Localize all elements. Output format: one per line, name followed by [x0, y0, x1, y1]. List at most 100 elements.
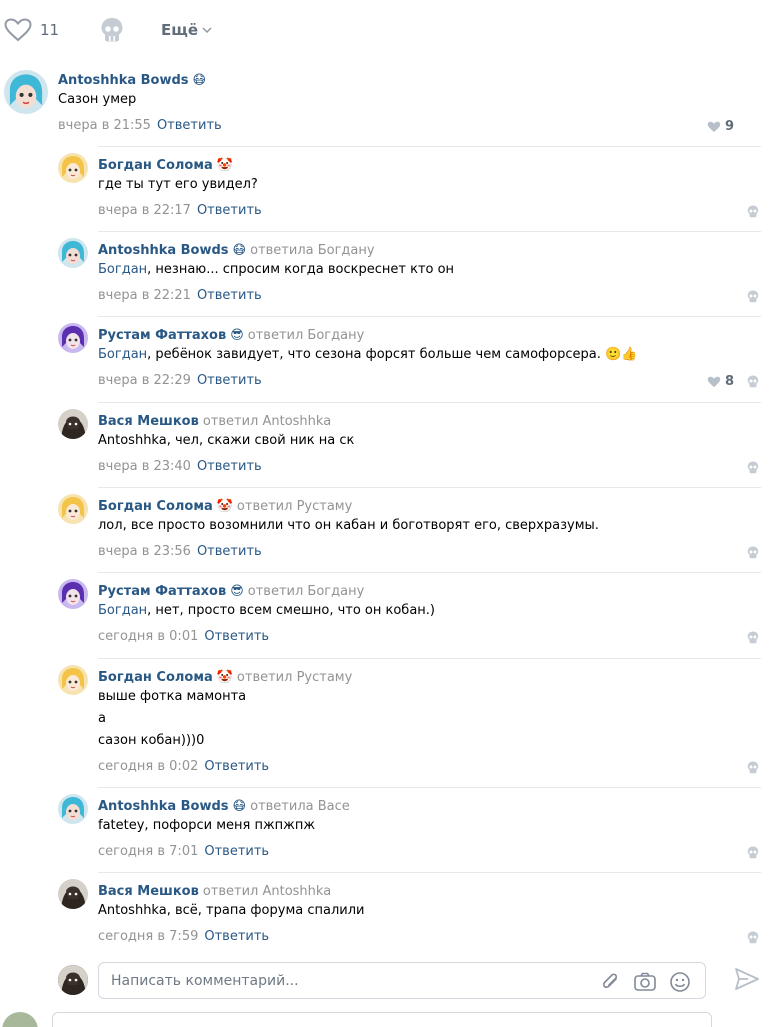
send-button[interactable]: [734, 967, 760, 995]
attach-icon[interactable]: [601, 971, 621, 993]
comment-text: Богдан, ребёнок завидует, что сезона фор…: [98, 344, 637, 366]
comment-author-name[interactable]: Рустам Фаттахов: [98, 328, 226, 343]
post-actions-bar: 11 Ещё: [0, 0, 775, 62]
comment-author-avatar[interactable]: [58, 794, 88, 824]
comment-author-avatar[interactable]: [58, 153, 88, 183]
comment-time[interactable]: вчера в 22:29: [98, 373, 191, 388]
comment-like-button[interactable]: 8: [707, 374, 734, 389]
comment-meta: вчера в 23:56 Ответить: [98, 544, 262, 559]
skull-icon: [747, 461, 759, 474]
comment-skull-reaction[interactable]: [747, 461, 759, 478]
skull-icon: [747, 761, 759, 774]
reply-to-label[interactable]: ответила Васе: [250, 799, 350, 814]
comment-skull-reaction[interactable]: [747, 205, 759, 222]
reply-button[interactable]: Ответить: [204, 929, 269, 944]
comment-author-name[interactable]: Antoshhka Bowds: [58, 73, 189, 88]
comment-author-name[interactable]: Богдан Солома: [98, 499, 213, 514]
reply-button[interactable]: Ответить: [204, 759, 269, 774]
more-button[interactable]: Ещё: [161, 21, 212, 39]
comment-time[interactable]: вчера в 23:40: [98, 459, 191, 474]
comment-author-avatar[interactable]: [58, 323, 88, 353]
post-author-avatar[interactable]: [2, 1012, 38, 1027]
comment-skull-reaction[interactable]: [747, 631, 759, 648]
comment-author-name[interactable]: Antoshhka Bowds: [98, 799, 229, 814]
addressee-link[interactable]: Богдан: [98, 347, 147, 362]
emoji-icon[interactable]: [669, 971, 691, 993]
heart-icon: [707, 376, 721, 387]
comment-skull-reaction[interactable]: [747, 290, 759, 307]
comment-skull-reaction[interactable]: [747, 375, 759, 392]
second-composer[interactable]: [52, 1012, 712, 1027]
avatar-image: [58, 965, 88, 995]
comment-time[interactable]: вчера в 22:17: [98, 203, 191, 218]
comment-author-avatar[interactable]: [58, 879, 88, 909]
comment-like-button[interactable]: 9: [707, 119, 734, 134]
comment-author-name[interactable]: Вася Мешков: [98, 884, 199, 899]
comment-author-name[interactable]: Antoshhka Bowds: [98, 243, 229, 258]
send-icon: [735, 968, 759, 990]
comment-author-line: Рустам Фаттахов 😎 ответил Богдану: [98, 328, 364, 343]
comment-time[interactable]: вчера в 23:56: [98, 544, 191, 559]
comment-author-name[interactable]: Богдан Солома: [98, 670, 213, 685]
comment-text: Богдан, нет, просто всем смешно, что он …: [98, 600, 435, 622]
comment-time[interactable]: сегодня в 0:01: [98, 629, 198, 644]
reply-to-label[interactable]: ответил Antoshhka: [203, 414, 331, 429]
comment-input[interactable]: Написать комментарий...: [111, 973, 299, 989]
author-status-emoji: 🤡: [216, 158, 233, 173]
comment-author-avatar[interactable]: [58, 238, 88, 268]
comment-author-line: Antoshhka Bowds 😷 ответила Васе: [98, 799, 350, 814]
skull-icon: [747, 546, 759, 559]
comment-author-avatar[interactable]: [58, 494, 88, 524]
reply-to-label[interactable]: ответил Богдану: [248, 328, 365, 343]
skull-icon: [747, 931, 759, 944]
skull-icon: [747, 631, 759, 644]
comment-author-name[interactable]: Вася Мешков: [98, 414, 199, 429]
camera-icon[interactable]: [633, 971, 657, 993]
reply-to-label[interactable]: ответила Богдану: [250, 243, 374, 258]
comment-skull-reaction[interactable]: [747, 931, 759, 948]
author-status-emoji: 😎: [230, 584, 244, 599]
comment-time[interactable]: сегодня в 7:59: [98, 929, 198, 944]
comment-author-avatar[interactable]: [58, 665, 88, 695]
avatar-image: [58, 153, 88, 183]
comment-skull-reaction[interactable]: [747, 846, 759, 863]
comment-divider: [98, 146, 761, 147]
reply-button[interactable]: Ответить: [197, 373, 262, 388]
reply-to-label[interactable]: ответил Богдану: [248, 584, 365, 599]
comment-time[interactable]: вчера в 21:55: [58, 118, 151, 133]
reply-to-label[interactable]: ответил Рустаму: [237, 670, 352, 685]
comment-author-name[interactable]: Богдан Солома: [98, 158, 213, 173]
reply-to-label[interactable]: ответил Antoshhka: [203, 884, 331, 899]
addressee-link[interactable]: Богдан: [98, 262, 147, 277]
comment-skull-reaction[interactable]: [747, 761, 759, 778]
reply-button[interactable]: Ответить: [197, 288, 262, 303]
reply-button[interactable]: Ответить: [157, 118, 222, 133]
reply-button[interactable]: Ответить: [197, 459, 262, 474]
reply-button[interactable]: Ответить: [197, 203, 262, 218]
author-status-emoji: 🤡: [216, 670, 233, 685]
reply-button[interactable]: Ответить: [204, 844, 269, 859]
comment-author-line: Вася Мешков ответил Antoshhka: [98, 414, 331, 429]
comment-text: Antoshhka, чел, скажи свой ник на ск: [98, 430, 354, 452]
reply-to-label[interactable]: ответил Рустаму: [237, 499, 352, 514]
comment-author-avatar[interactable]: [58, 409, 88, 439]
addressee-link[interactable]: Богдан: [98, 603, 147, 618]
comment-body: лол, все просто возомнили что он кабан и…: [98, 518, 599, 533]
current-user-avatar[interactable]: [58, 965, 88, 995]
comment-time[interactable]: сегодня в 7:01: [98, 844, 198, 859]
reply-button[interactable]: Ответить: [204, 629, 269, 644]
comment-time[interactable]: сегодня в 0:02: [98, 759, 198, 774]
author-status-emoji: 😷: [232, 799, 247, 814]
comment-time[interactable]: вчера в 22:21: [98, 288, 191, 303]
skull-reaction-button[interactable]: [100, 17, 124, 47]
comment-divider: [98, 658, 761, 659]
comment-author-name[interactable]: Рустам Фаттахов: [98, 584, 226, 599]
comment-composer[interactable]: Написать комментарий...: [98, 962, 706, 999]
reply-button[interactable]: Ответить: [197, 544, 262, 559]
comment-text: fatetey, пофорси меня пжпжпж: [98, 815, 315, 837]
comment-author-avatar[interactable]: [4, 70, 48, 114]
comment-author-avatar[interactable]: [58, 579, 88, 609]
comment-meta: вчера в 22:29 Ответить: [98, 373, 262, 388]
post-like-button[interactable]: 11: [4, 18, 59, 42]
comment-skull-reaction[interactable]: [747, 546, 759, 563]
